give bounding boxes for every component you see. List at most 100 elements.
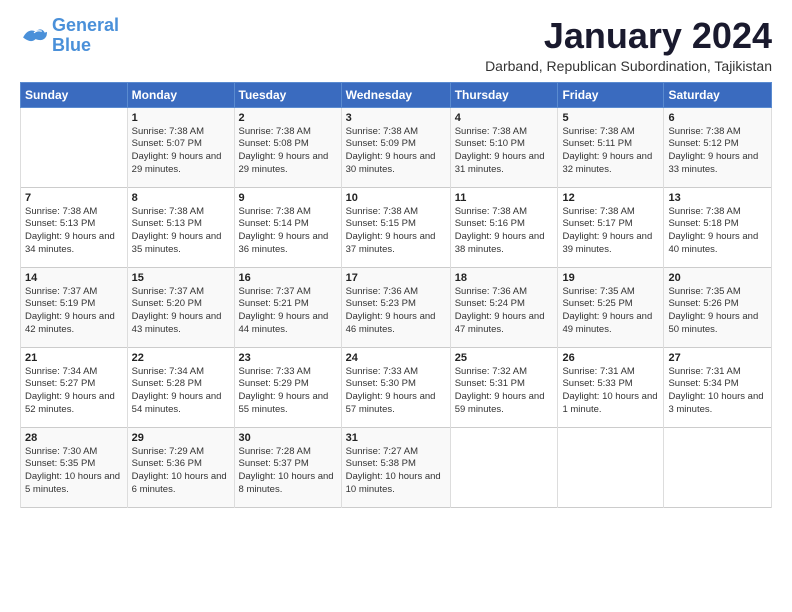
day-cell: 12 Sunrise: 7:38 AM Sunset: 5:17 PM Dayl… — [558, 187, 664, 267]
daylight-text: Daylight: 9 hours and 40 minutes. — [668, 231, 758, 255]
daylight-text: Daylight: 9 hours and 43 minutes. — [132, 311, 222, 335]
day-cell — [21, 107, 128, 187]
sunset-text: Sunset: 5:21 PM — [239, 298, 309, 309]
weekday-header-saturday: Saturday — [664, 82, 772, 107]
weekday-header-tuesday: Tuesday — [234, 82, 341, 107]
day-number: 29 — [132, 432, 230, 444]
sunset-text: Sunset: 5:19 PM — [25, 298, 95, 309]
day-info: Sunrise: 7:28 AM Sunset: 5:37 PM Dayligh… — [239, 446, 337, 497]
day-cell: 5 Sunrise: 7:38 AM Sunset: 5:11 PM Dayli… — [558, 107, 664, 187]
weekday-header-monday: Monday — [127, 82, 234, 107]
day-info: Sunrise: 7:38 AM Sunset: 5:13 PM Dayligh… — [132, 206, 230, 257]
day-info: Sunrise: 7:34 AM Sunset: 5:28 PM Dayligh… — [132, 366, 230, 417]
day-info: Sunrise: 7:38 AM Sunset: 5:08 PM Dayligh… — [239, 126, 337, 177]
weekday-header-thursday: Thursday — [450, 82, 558, 107]
week-row-3: 14 Sunrise: 7:37 AM Sunset: 5:19 PM Dayl… — [21, 267, 772, 347]
daylight-text: Daylight: 9 hours and 52 minutes. — [25, 391, 115, 415]
sunrise-text: Sunrise: 7:28 AM — [239, 446, 311, 457]
sunrise-text: Sunrise: 7:38 AM — [668, 126, 740, 137]
sunset-text: Sunset: 5:25 PM — [562, 298, 632, 309]
sunrise-text: Sunrise: 7:35 AM — [668, 286, 740, 297]
sunset-text: Sunset: 5:14 PM — [239, 218, 309, 229]
sunset-text: Sunset: 5:38 PM — [346, 458, 416, 469]
day-number: 18 — [455, 272, 554, 284]
sunrise-text: Sunrise: 7:35 AM — [562, 286, 634, 297]
sunrise-text: Sunrise: 7:37 AM — [132, 286, 204, 297]
day-info: Sunrise: 7:38 AM Sunset: 5:13 PM Dayligh… — [25, 206, 123, 257]
day-cell: 28 Sunrise: 7:30 AM Sunset: 5:35 PM Dayl… — [21, 427, 128, 507]
daylight-text: Daylight: 9 hours and 50 minutes. — [668, 311, 758, 335]
day-cell — [450, 427, 558, 507]
title-block: January 2024 Darband, Republican Subordi… — [485, 16, 772, 74]
day-cell: 9 Sunrise: 7:38 AM Sunset: 5:14 PM Dayli… — [234, 187, 341, 267]
daylight-text: Daylight: 10 hours and 1 minute. — [562, 391, 657, 415]
day-cell — [558, 427, 664, 507]
day-number: 16 — [239, 272, 337, 284]
day-number: 26 — [562, 352, 659, 364]
sunset-text: Sunset: 5:37 PM — [239, 458, 309, 469]
sunset-text: Sunset: 5:20 PM — [132, 298, 202, 309]
daylight-text: Daylight: 9 hours and 31 minutes. — [455, 151, 545, 175]
day-number: 23 — [239, 352, 337, 364]
weekday-header-row: SundayMondayTuesdayWednesdayThursdayFrid… — [21, 82, 772, 107]
day-number: 5 — [562, 112, 659, 124]
logo-icon — [20, 22, 48, 50]
sunrise-text: Sunrise: 7:38 AM — [132, 206, 204, 217]
weekday-header-friday: Friday — [558, 82, 664, 107]
day-cell: 30 Sunrise: 7:28 AM Sunset: 5:37 PM Dayl… — [234, 427, 341, 507]
sunset-text: Sunset: 5:18 PM — [668, 218, 738, 229]
daylight-text: Daylight: 9 hours and 36 minutes. — [239, 231, 329, 255]
sunset-text: Sunset: 5:26 PM — [668, 298, 738, 309]
sunset-text: Sunset: 5:27 PM — [25, 378, 95, 389]
day-cell: 14 Sunrise: 7:37 AM Sunset: 5:19 PM Dayl… — [21, 267, 128, 347]
sunrise-text: Sunrise: 7:38 AM — [346, 206, 418, 217]
day-cell: 26 Sunrise: 7:31 AM Sunset: 5:33 PM Dayl… — [558, 347, 664, 427]
day-number: 17 — [346, 272, 446, 284]
day-cell: 24 Sunrise: 7:33 AM Sunset: 5:30 PM Dayl… — [341, 347, 450, 427]
day-info: Sunrise: 7:36 AM Sunset: 5:24 PM Dayligh… — [455, 286, 554, 337]
sunrise-text: Sunrise: 7:38 AM — [562, 206, 634, 217]
sunrise-text: Sunrise: 7:38 AM — [239, 206, 311, 217]
weekday-header-sunday: Sunday — [21, 82, 128, 107]
daylight-text: Daylight: 10 hours and 5 minutes. — [25, 471, 120, 495]
sunset-text: Sunset: 5:10 PM — [455, 138, 525, 149]
sunset-text: Sunset: 5:29 PM — [239, 378, 309, 389]
day-info: Sunrise: 7:38 AM Sunset: 5:18 PM Dayligh… — [668, 206, 767, 257]
sunset-text: Sunset: 5:24 PM — [455, 298, 525, 309]
sunset-text: Sunset: 5:33 PM — [562, 378, 632, 389]
day-number: 4 — [455, 112, 554, 124]
day-number: 22 — [132, 352, 230, 364]
day-cell: 25 Sunrise: 7:32 AM Sunset: 5:31 PM Dayl… — [450, 347, 558, 427]
day-cell: 27 Sunrise: 7:31 AM Sunset: 5:34 PM Dayl… — [664, 347, 772, 427]
day-cell: 10 Sunrise: 7:38 AM Sunset: 5:15 PM Dayl… — [341, 187, 450, 267]
logo-text-block: General Blue — [52, 16, 119, 56]
sunset-text: Sunset: 5:35 PM — [25, 458, 95, 469]
daylight-text: Daylight: 9 hours and 37 minutes. — [346, 231, 436, 255]
day-info: Sunrise: 7:38 AM Sunset: 5:16 PM Dayligh… — [455, 206, 554, 257]
day-cell: 3 Sunrise: 7:38 AM Sunset: 5:09 PM Dayli… — [341, 107, 450, 187]
daylight-text: Daylight: 9 hours and 42 minutes. — [25, 311, 115, 335]
day-number: 1 — [132, 112, 230, 124]
day-number: 12 — [562, 192, 659, 204]
daylight-text: Daylight: 10 hours and 8 minutes. — [239, 471, 334, 495]
sunrise-text: Sunrise: 7:38 AM — [455, 126, 527, 137]
daylight-text: Daylight: 9 hours and 44 minutes. — [239, 311, 329, 335]
sunset-text: Sunset: 5:28 PM — [132, 378, 202, 389]
sunset-text: Sunset: 5:13 PM — [25, 218, 95, 229]
sunrise-text: Sunrise: 7:33 AM — [239, 366, 311, 377]
day-info: Sunrise: 7:33 AM Sunset: 5:29 PM Dayligh… — [239, 366, 337, 417]
daylight-text: Daylight: 9 hours and 34 minutes. — [25, 231, 115, 255]
daylight-text: Daylight: 9 hours and 33 minutes. — [668, 151, 758, 175]
logo: General Blue — [20, 16, 119, 56]
sunset-text: Sunset: 5:08 PM — [239, 138, 309, 149]
day-info: Sunrise: 7:38 AM Sunset: 5:17 PM Dayligh… — [562, 206, 659, 257]
logo-text: General Blue — [52, 16, 119, 56]
day-cell: 6 Sunrise: 7:38 AM Sunset: 5:12 PM Dayli… — [664, 107, 772, 187]
day-cell: 31 Sunrise: 7:27 AM Sunset: 5:38 PM Dayl… — [341, 427, 450, 507]
daylight-text: Daylight: 9 hours and 35 minutes. — [132, 231, 222, 255]
day-number: 8 — [132, 192, 230, 204]
day-cell: 1 Sunrise: 7:38 AM Sunset: 5:07 PM Dayli… — [127, 107, 234, 187]
day-number: 10 — [346, 192, 446, 204]
day-number: 14 — [25, 272, 123, 284]
day-info: Sunrise: 7:34 AM Sunset: 5:27 PM Dayligh… — [25, 366, 123, 417]
